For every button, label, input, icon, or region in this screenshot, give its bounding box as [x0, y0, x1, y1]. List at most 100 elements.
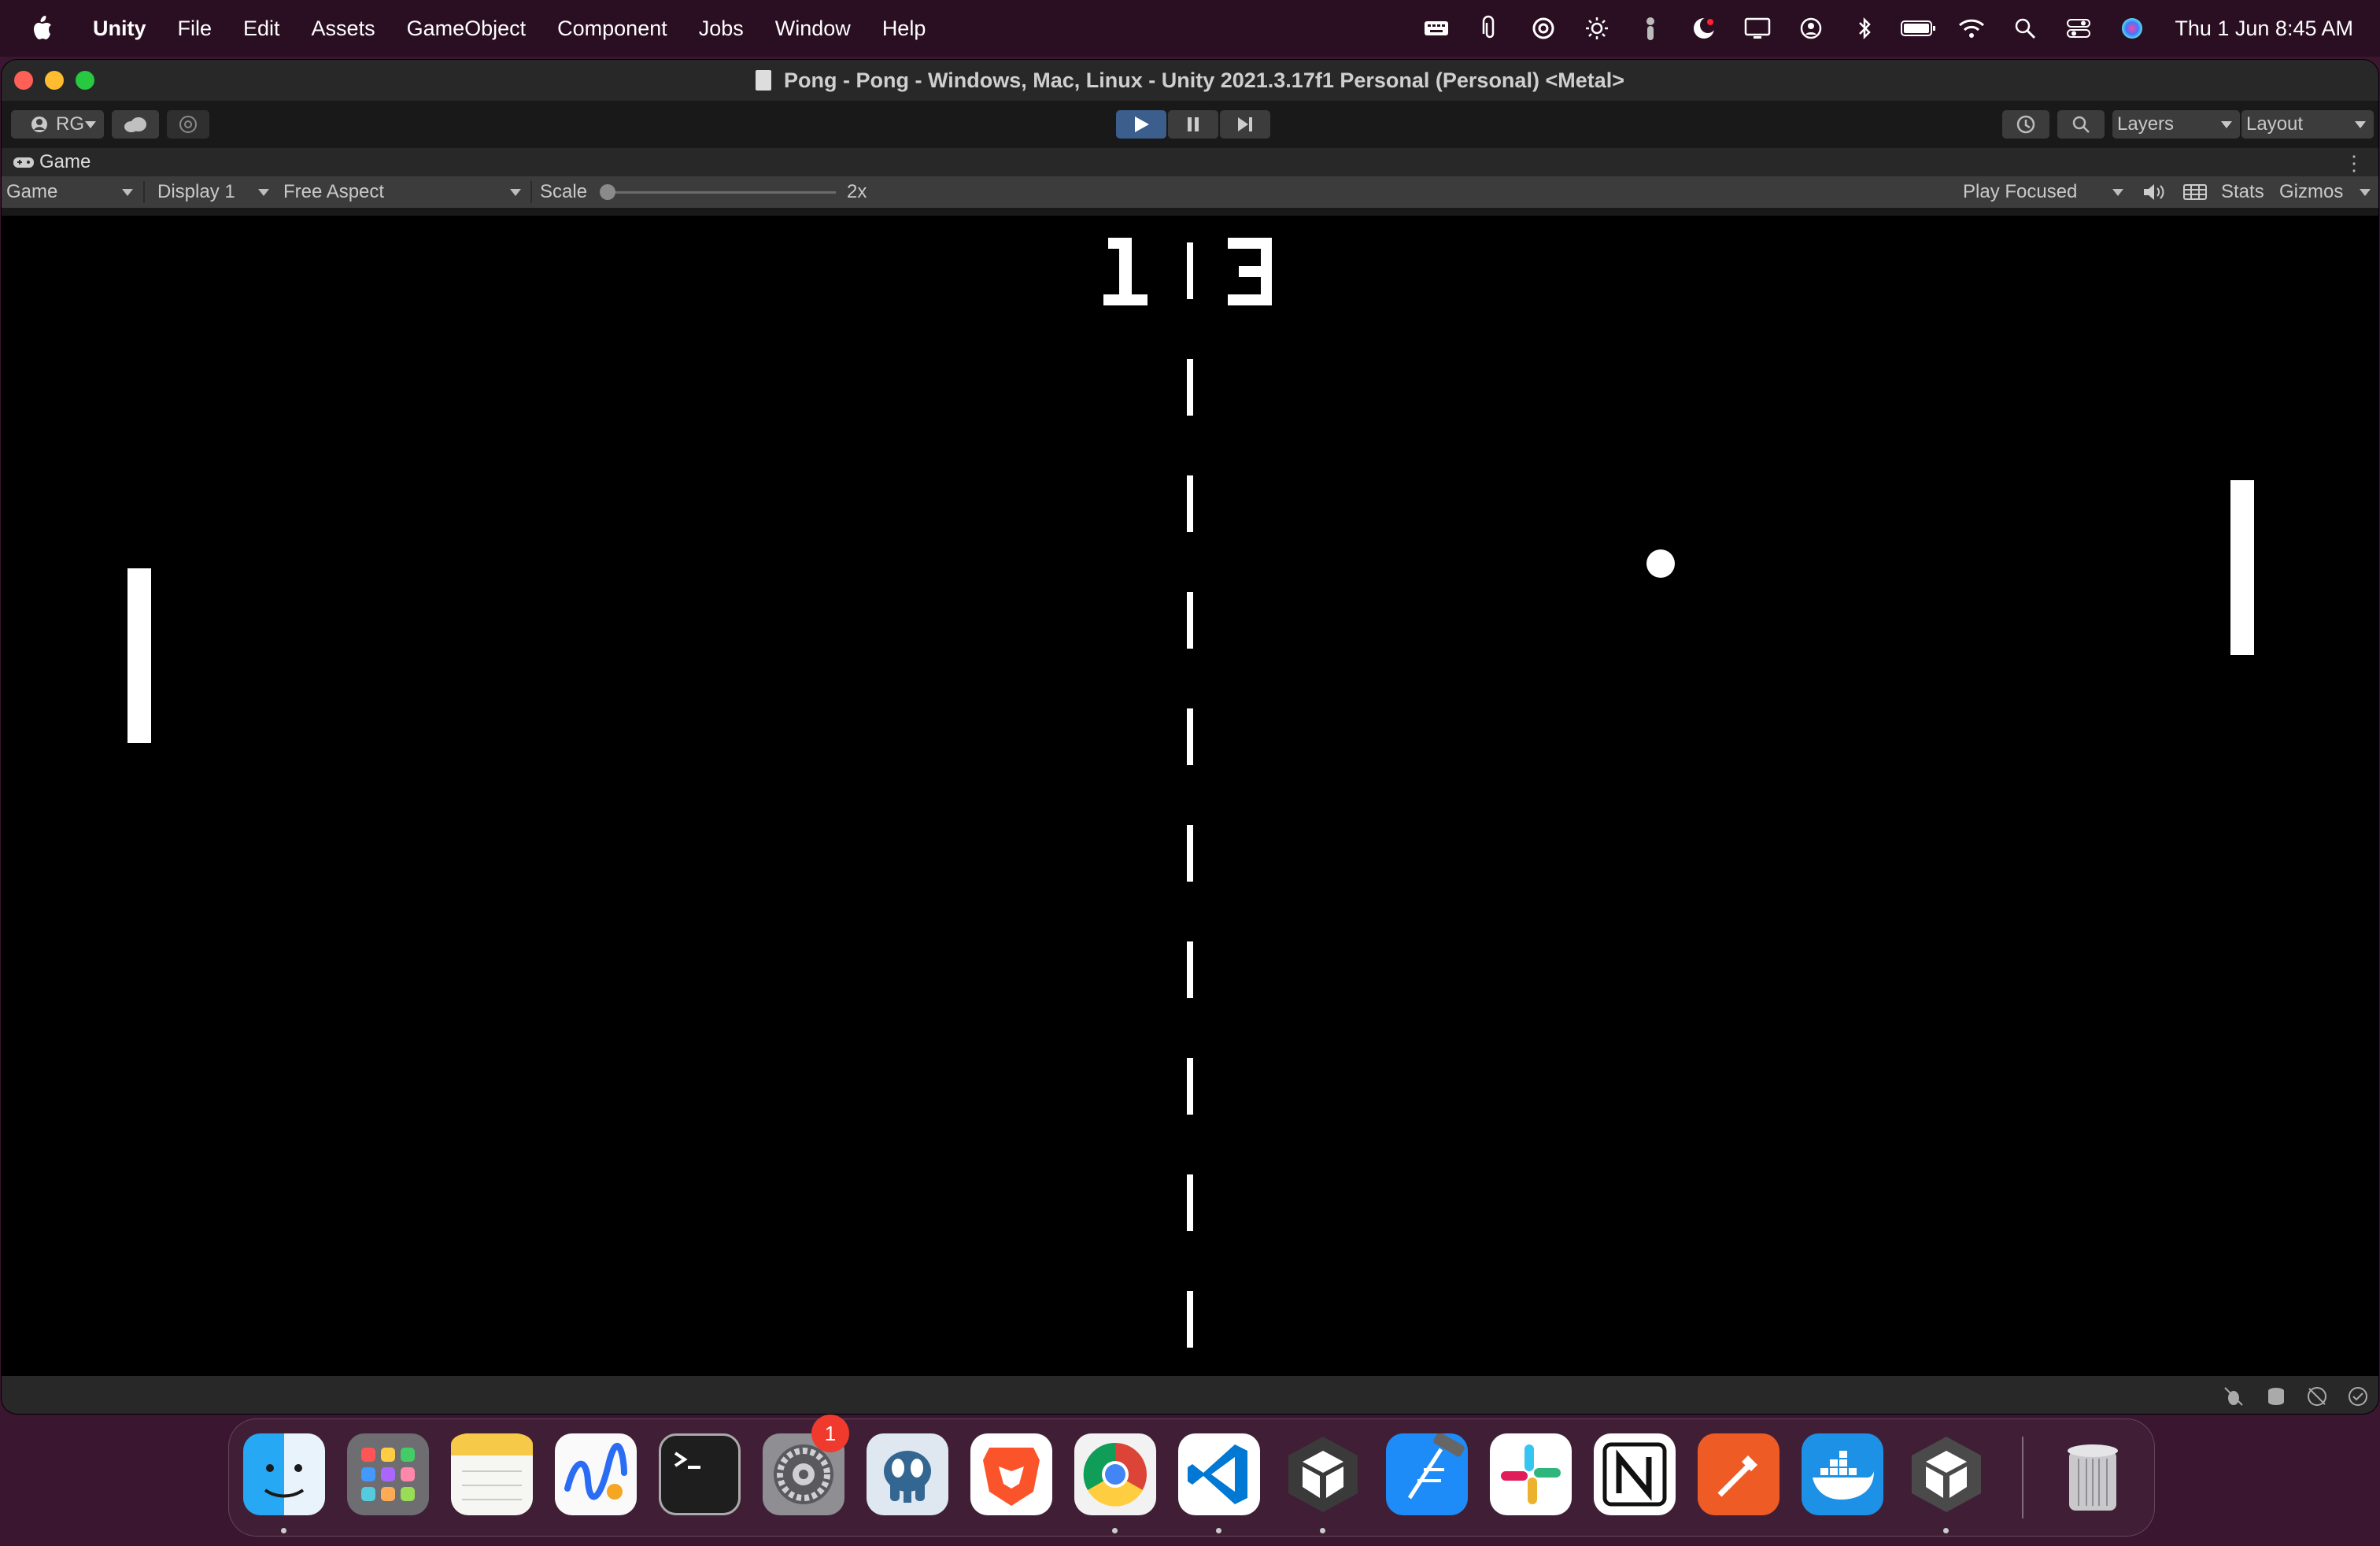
unity-icon — [1912, 1437, 1981, 1512]
wifi-icon[interactable] — [1954, 11, 1989, 46]
cloud-button[interactable] — [112, 110, 159, 139]
close-window-button[interactable] — [14, 71, 33, 90]
spotlight-icon[interactable] — [2008, 11, 2042, 46]
minimize-window-button[interactable] — [45, 71, 64, 90]
dock-docker[interactable] — [1802, 1433, 1883, 1515]
tab-game[interactable]: Game — [13, 151, 91, 173]
undo-history-button[interactable] — [2002, 110, 2049, 139]
scale-value: 2x — [847, 181, 867, 202]
editor-status-bar — [2, 1376, 2378, 1414]
menu-window[interactable]: Window — [775, 17, 851, 41]
right-paddle — [2230, 480, 2254, 655]
menu-edit[interactable]: Edit — [243, 17, 280, 41]
game-view[interactable] — [2, 216, 2378, 1376]
moon-icon[interactable] — [1687, 11, 1721, 46]
dock-freeform[interactable] — [555, 1433, 637, 1515]
account-dropdown[interactable]: RG — [11, 110, 104, 139]
dock-pgadmin[interactable] — [867, 1433, 948, 1515]
scale-slider-thumb[interactable] — [600, 184, 615, 200]
dock-notion[interactable] — [1594, 1433, 1676, 1515]
window-title-bar[interactable]: Pong - Pong - Windows, Mac, Linux - Unit… — [2, 60, 2378, 101]
chevron-down-icon — [122, 189, 133, 196]
search-icon — [2072, 116, 2090, 133]
menu-component[interactable]: Component — [557, 17, 667, 41]
scale-slider-track[interactable] — [608, 191, 836, 194]
control-center-icon[interactable] — [2061, 11, 2096, 46]
auto-generate-lighting-icon[interactable] — [2306, 1385, 2328, 1407]
layers-dropdown[interactable]: Layers — [2112, 110, 2240, 139]
account-label: RG — [56, 113, 84, 135]
layout-dropdown[interactable]: Layout — [2241, 110, 2374, 139]
display-value: Display 1 — [157, 181, 235, 202]
play-mode-value: Play Focused — [1963, 181, 2078, 202]
search-button[interactable] — [2057, 110, 2105, 139]
view-mode-dropdown[interactable]: Game — [6, 176, 57, 208]
bluetooth-icon[interactable] — [1847, 11, 1882, 46]
keyboard-icon[interactable] — [1419, 11, 1454, 46]
play-focused-dropdown[interactable]: Play Focused — [1963, 176, 2077, 208]
pause-button[interactable] — [1168, 110, 1218, 139]
siri-icon[interactable] — [2115, 11, 2149, 46]
apple-menu-icon[interactable] — [30, 15, 54, 42]
dock-terminal[interactable] — [659, 1433, 741, 1515]
running-indicator — [281, 1528, 286, 1533]
macos-dock: 1 — [228, 1415, 2155, 1537]
dock-unity[interactable] — [1905, 1433, 1987, 1515]
menu-file[interactable]: File — [178, 17, 213, 41]
dock-postman[interactable] — [1698, 1433, 1779, 1515]
paperclip-icon[interactable] — [1473, 11, 1507, 46]
display-dropdown[interactable]: Display 1 — [157, 176, 235, 208]
score-left — [1103, 238, 1148, 305]
dock-chrome[interactable] — [1074, 1433, 1156, 1515]
dock-vscode[interactable] — [1178, 1433, 1260, 1515]
aspect-dropdown[interactable]: Free Aspect — [283, 176, 384, 208]
user-circle-icon[interactable] — [1794, 11, 1828, 46]
menu-jobs[interactable]: Jobs — [699, 17, 744, 41]
display-icon[interactable] — [1740, 11, 1775, 46]
cache-server-icon[interactable] — [2265, 1385, 2287, 1407]
separator — [530, 181, 532, 203]
dock-finder[interactable] — [243, 1433, 325, 1515]
dock-trash[interactable] — [2052, 1433, 2134, 1515]
more-options-icon[interactable]: ⋮ — [2344, 151, 2364, 176]
menubar-clock[interactable]: Thu 1 Jun 8:45 AM — [2175, 17, 2353, 41]
chevron-down-icon — [2355, 121, 2366, 128]
gizmos-button[interactable]: Gizmos — [2279, 176, 2343, 208]
pause-icon — [1188, 117, 1199, 131]
keyboard-shortcuts-icon[interactable] — [2183, 176, 2207, 208]
ghost-icon[interactable] — [1633, 11, 1668, 46]
launchpad-icon — [361, 1448, 415, 1501]
dock-xcode[interactable] — [1386, 1432, 1468, 1515]
play-button[interactable] — [1116, 110, 1166, 139]
unity-hub-icon — [1288, 1437, 1358, 1512]
running-indicator — [1320, 1528, 1325, 1533]
dock-launchpad[interactable] — [347, 1433, 429, 1515]
net-segment — [1187, 825, 1193, 882]
battery-icon[interactable] — [1901, 11, 1936, 46]
dock-notes[interactable] — [451, 1433, 533, 1515]
dock-brave[interactable] — [970, 1433, 1052, 1515]
view-mode-value: Game — [6, 181, 58, 202]
brightness-icon[interactable] — [1580, 11, 1614, 46]
dock-slack[interactable] — [1490, 1433, 1572, 1515]
menu-app-name[interactable]: Unity — [93, 17, 146, 41]
step-button[interactable] — [1220, 110, 1270, 139]
debug-bug-icon[interactable] — [2223, 1385, 2245, 1407]
chevron-down-icon — [258, 189, 269, 196]
collab-button[interactable] — [167, 110, 209, 139]
at-icon[interactable] — [1526, 11, 1561, 46]
finder-icon — [264, 1464, 305, 1498]
running-indicator — [1216, 1528, 1221, 1533]
menu-help[interactable]: Help — [882, 17, 926, 41]
menu-assets[interactable]: Assets — [312, 17, 375, 41]
chevron-down-icon — [2221, 121, 2232, 128]
mute-audio-icon[interactable] — [2142, 176, 2166, 208]
chevron-down-icon — [85, 121, 96, 128]
progress-check-icon[interactable] — [2347, 1385, 2369, 1407]
menu-gameobject[interactable]: GameObject — [407, 17, 527, 41]
unity-editor-window: Pong - Pong - Windows, Mac, Linux - Unit… — [2, 60, 2378, 1414]
stats-button[interactable]: Stats — [2221, 176, 2264, 208]
dock-unity-hub[interactable] — [1282, 1433, 1364, 1515]
trash-icon — [2068, 1444, 2118, 1511]
zoom-window-button[interactable] — [76, 71, 94, 90]
